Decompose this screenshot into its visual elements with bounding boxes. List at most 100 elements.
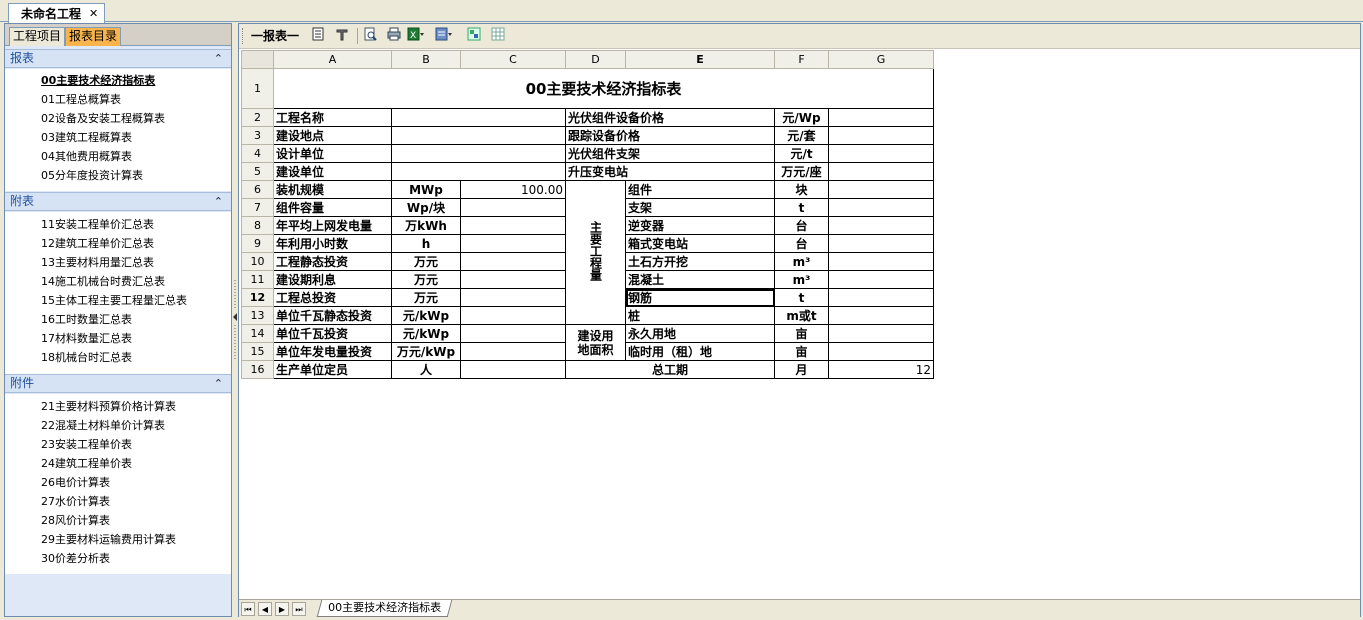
list-item[interactable]: 15主体工程主要工程量汇总表	[41, 294, 187, 308]
chevron-up-icon[interactable]: ⌃	[214, 50, 223, 67]
section-header-attachments[interactable]: 附件 ⌃	[5, 374, 231, 393]
export-dropdown-icon[interactable]	[435, 27, 453, 45]
column-header[interactable]: B	[391, 50, 461, 69]
list-item[interactable]: 27水价计算表	[41, 495, 110, 509]
cell-unit[interactable]: MWp	[391, 180, 461, 199]
cell-label[interactable]: 跟踪设备价格	[565, 126, 775, 145]
cell-label[interactable]: 桩	[625, 306, 775, 325]
cell-value[interactable]	[828, 324, 934, 343]
list-item[interactable]: 11安装工程单价汇总表	[41, 218, 154, 232]
list-item[interactable]: 29主要材料运输费用计算表	[41, 533, 176, 547]
cell-unit[interactable]: m³	[774, 270, 829, 289]
list-item[interactable]: 02设备及安装工程概算表	[41, 112, 165, 126]
cell-label-selected[interactable]: 钢筋	[625, 288, 775, 307]
cell-value[interactable]	[460, 306, 566, 325]
cell-label[interactable]: 建设期利息	[273, 270, 392, 289]
list-item[interactable]: 14施工机械台时费汇总表	[41, 275, 165, 289]
list-item[interactable]: 00主要技术经济指标表	[41, 74, 155, 88]
cell-value[interactable]	[828, 216, 934, 235]
cell-value[interactable]	[460, 342, 566, 361]
cell-label[interactable]: 光伏组件设备价格	[565, 108, 775, 127]
row-header[interactable]: 2	[241, 108, 274, 127]
cell-label[interactable]: 年平均上网发电量	[273, 216, 392, 235]
cell-label[interactable]: 混凝土	[625, 270, 775, 289]
list-item[interactable]: 17材料数量汇总表	[41, 332, 132, 346]
cell-value[interactable]	[460, 198, 566, 217]
cell-value[interactable]: 12	[828, 360, 934, 379]
column-header[interactable]: A	[273, 50, 392, 69]
cell-value[interactable]	[828, 162, 934, 181]
report-title[interactable]: 00主要技术经济指标表	[273, 68, 934, 109]
cell-value[interactable]	[828, 252, 934, 271]
chevron-up-icon[interactable]: ⌃	[214, 375, 223, 392]
cell-unit[interactable]: t	[774, 288, 829, 307]
list-item[interactable]: 04其他费用概算表	[41, 150, 132, 164]
list-item[interactable]: 18机械台时汇总表	[41, 351, 132, 365]
cell-unit[interactable]: 元/kWp	[391, 324, 461, 343]
sheet-tab-active[interactable]: 00主要技术经济指标表	[316, 600, 453, 617]
cell-unit[interactable]: 块	[774, 180, 829, 199]
section-header-appendix-tables[interactable]: 附表 ⌃	[5, 192, 231, 211]
select-all-corner[interactable]	[241, 50, 274, 69]
tools-icon[interactable]	[333, 27, 351, 45]
row-header[interactable]: 5	[241, 162, 274, 181]
row-header[interactable]: 8	[241, 216, 274, 235]
cell-unit[interactable]: 万元/kWp	[391, 342, 461, 361]
row-header[interactable]: 11	[241, 270, 274, 289]
last-sheet-icon[interactable]: ⏭	[292, 602, 306, 616]
cell-value[interactable]	[460, 288, 566, 307]
cell-unit[interactable]: 万元	[391, 288, 461, 307]
row-header[interactable]: 14	[241, 324, 274, 343]
cell-label[interactable]: 年利用小时数	[273, 234, 392, 253]
cell-unit[interactable]: 元/t	[774, 144, 829, 163]
cell-value[interactable]	[391, 162, 566, 181]
first-sheet-icon[interactable]: ⏮	[241, 602, 255, 616]
cell-label[interactable]: 箱式变电站	[625, 234, 775, 253]
column-header[interactable]: E	[625, 50, 775, 69]
row-header[interactable]: 9	[241, 234, 274, 253]
row-header[interactable]: 16	[241, 360, 274, 379]
section-header-reports[interactable]: 报表 ⌃	[5, 49, 231, 68]
cell-unit[interactable]: Wp/块	[391, 198, 461, 217]
row-header[interactable]: 13	[241, 306, 274, 325]
cell-label[interactable]: 单位年发电量投资	[273, 342, 392, 361]
cell-unit[interactable]: 台	[774, 216, 829, 235]
list-item[interactable]: 21主要材料预算价格计算表	[41, 400, 176, 414]
cell-value[interactable]	[828, 180, 934, 199]
cell-label[interactable]: 土石方开挖	[625, 252, 775, 271]
row-header[interactable]: 7	[241, 198, 274, 217]
preview-icon[interactable]	[361, 27, 379, 45]
cell-value[interactable]	[391, 108, 566, 127]
cell-unit[interactable]: 月	[774, 360, 829, 379]
row-header[interactable]: 6	[241, 180, 274, 199]
next-sheet-icon[interactable]: ▶	[275, 602, 289, 616]
grid-icon[interactable]	[489, 27, 507, 45]
cell-value[interactable]	[828, 288, 934, 307]
list-item[interactable]: 24建筑工程单价表	[41, 457, 132, 471]
cell-unit[interactable]: 亩	[774, 342, 829, 361]
report-icon[interactable]	[309, 27, 327, 45]
cell-value[interactable]	[828, 108, 934, 127]
row-header[interactable]: 4	[241, 144, 274, 163]
panel-splitter[interactable]	[233, 280, 237, 360]
document-tab[interactable]: 未命名工程 ✕	[8, 3, 106, 23]
list-item[interactable]: 23安装工程单价表	[41, 438, 132, 452]
fit-icon[interactable]	[465, 27, 483, 45]
cell-value[interactable]	[460, 234, 566, 253]
list-item[interactable]: 30价差分析表	[41, 552, 110, 566]
cell-value[interactable]	[828, 198, 934, 217]
cell-label[interactable]: 逆变器	[625, 216, 775, 235]
cell-unit[interactable]: 元/kWp	[391, 306, 461, 325]
excel-export-icon[interactable]: X	[407, 27, 425, 45]
cell-unit[interactable]: 台	[774, 234, 829, 253]
column-header[interactable]: F	[774, 50, 829, 69]
cell-unit[interactable]: 元/Wp	[774, 108, 829, 127]
list-item[interactable]: 13主要材料用量汇总表	[41, 256, 154, 270]
cell-unit[interactable]: 亩	[774, 324, 829, 343]
cell-unit[interactable]: 万元	[391, 252, 461, 271]
cell-value[interactable]: 100.00	[460, 180, 566, 199]
cell-value[interactable]	[828, 342, 934, 361]
row-header[interactable]: 10	[241, 252, 274, 271]
cell-label[interactable]: 光伏组件支架	[565, 144, 775, 163]
cell-value[interactable]	[391, 144, 566, 163]
